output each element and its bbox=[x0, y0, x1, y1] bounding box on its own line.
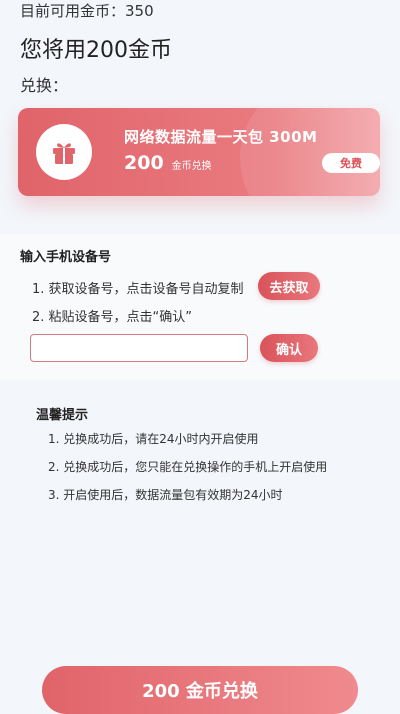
card-decoration bbox=[240, 108, 380, 196]
page-headline: 您将用200金币 bbox=[20, 38, 172, 63]
device-id-input[interactable] bbox=[30, 334, 248, 362]
price-value: 200 bbox=[124, 152, 164, 174]
tips-title: 温馨提示 bbox=[36, 408, 89, 423]
get-device-id-button[interactable]: 去获取 bbox=[258, 272, 320, 300]
price-unit: 金币兑换 bbox=[171, 161, 212, 172]
step-2-text: 2. 粘贴设备号，点击“确认” bbox=[32, 310, 193, 325]
product-price: 200 金币兑换 bbox=[124, 152, 212, 174]
step-1-text: 1. 获取设备号，点击设备号自动复制 bbox=[32, 282, 244, 297]
coin-balance: 目前可用金币：350 bbox=[20, 2, 154, 20]
tip-item-2: 2. 兑换成功后，您只能在兑换操作的手机上开启使用 bbox=[48, 460, 328, 474]
redeem-button[interactable]: 200 金币兑换 bbox=[42, 666, 358, 714]
free-badge: 免费 bbox=[322, 153, 380, 173]
confirm-button[interactable]: 确认 bbox=[260, 334, 318, 362]
product-card[interactable]: 网络数据流量一天包 300M 200 金币兑换 免费 bbox=[18, 108, 380, 196]
gift-icon-circle bbox=[36, 124, 92, 180]
product-title: 网络数据流量一天包 300M bbox=[124, 128, 318, 146]
device-section-title: 输入手机设备号 bbox=[20, 250, 112, 265]
exchange-label: 兑换： bbox=[20, 76, 69, 95]
tip-item-3: 3. 开启使用后，数据流量包有效期为24小时 bbox=[48, 488, 283, 502]
tip-item-1: 1. 兑换成功后，请在24小时内开启使用 bbox=[48, 432, 259, 446]
gift-icon bbox=[53, 143, 75, 164]
